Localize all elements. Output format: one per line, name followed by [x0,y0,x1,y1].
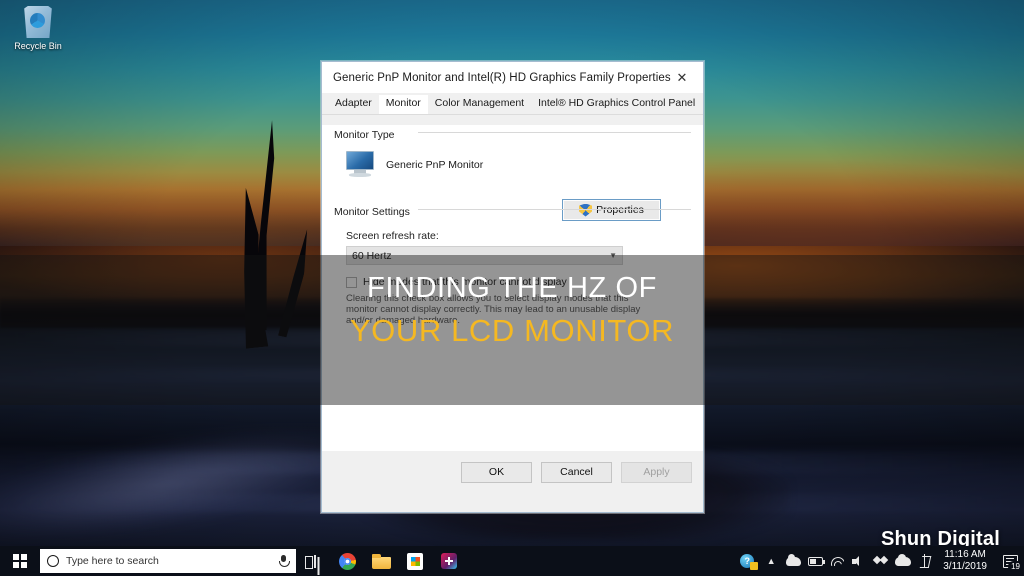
search-placeholder: Type here to search [66,555,159,567]
hide-modes-label: Hide modes that this monitor cannot disp… [363,276,567,288]
security-icon[interactable] [734,546,760,576]
notification-count: 19 [1008,561,1023,572]
monitor-type-row: Generic PnP Monitor [346,151,691,178]
search-input[interactable]: Type here to search [40,549,296,573]
refresh-rate-value: 60 Hertz [352,249,392,262]
dialog-footer: OK Cancel Apply [322,451,703,493]
chrome-icon[interactable] [330,546,364,576]
monitor-name-label: Generic PnP Monitor [386,158,484,171]
cloud-icon[interactable] [782,546,804,576]
microphone-icon[interactable] [278,554,290,568]
monitor-icon [346,151,376,178]
dropbox-icon[interactable] [870,546,892,576]
windows-logo-icon [13,554,27,568]
ok-button[interactable]: OK [461,461,532,483]
microsoft-store-icon[interactable] [398,546,432,576]
wifi-icon[interactable] [826,546,848,576]
dialog-tab-strip: Adapter Monitor Color Management Intel® … [322,93,703,115]
notifications-button[interactable]: 19 [996,546,1024,576]
recycle-bin-label: Recycle Bin [14,41,62,51]
clock-time: 11:16 AM [944,549,986,560]
group-divider [418,132,691,133]
dialog-title: Generic PnP Monitor and Intel(R) HD Grap… [333,71,671,84]
system-tray: ▲ 11:16 AM 3/11/2019 19 [734,546,1024,576]
search-icon [47,555,59,567]
screen-refresh-rate-select[interactable]: 60 Hertz ▼ [346,246,623,265]
start-button[interactable] [0,546,40,576]
onedrive-icon[interactable] [892,546,914,576]
hide-modes-helper-text: Clearing this check box allows you to se… [346,293,641,326]
slack-icon[interactable] [432,546,466,576]
desktop-screen: Recycle Bin Generic PnP Monitor and Inte… [0,0,1024,576]
chevron-up-icon[interactable]: ▲ [760,546,782,576]
task-view-icon[interactable] [296,546,330,576]
tab-adapter[interactable]: Adapter [328,95,379,114]
clock-date: 3/11/2019 [943,561,987,572]
close-icon[interactable]: ✕ [661,62,703,93]
tab-intel-graphics-control-panel[interactable]: Intel® HD Graphics Control Panel [531,95,702,114]
apply-button: Apply [621,461,692,483]
monitor-type-group-label: Monitor Type [334,129,401,141]
monitor-settings-group-label: Monitor Settings [334,206,416,218]
group-divider [418,209,691,210]
hide-modes-checkbox[interactable] [346,276,357,288]
cancel-button[interactable]: Cancel [541,461,612,483]
recycle-bin-icon [24,6,52,38]
tab-monitor[interactable]: Monitor [378,95,428,114]
battery-icon[interactable] [804,546,826,576]
volume-muted-icon[interactable] [848,546,870,576]
clock[interactable]: 11:16 AM 3/11/2019 [936,549,996,573]
hide-modes-checkbox-row[interactable]: Hide modes that this monitor cannot disp… [346,276,691,288]
desktop-icon-recycle-bin[interactable]: Recycle Bin [6,4,70,52]
dialog-title-bar: Generic PnP Monitor and Intel(R) HD Grap… [322,62,703,93]
tab-color-management[interactable]: Color Management [428,95,531,114]
monitor-settings-group: Monitor Settings Screen refresh rate: 60… [334,202,691,326]
taskbar: Type here to search ▲ 11:16 AM 3/11/2019 [0,546,1024,576]
chevron-down-icon: ▼ [609,251,617,260]
monitor-type-group: Monitor Type Generic PnP Monitor Propert… [334,125,691,221]
monitor-properties-dialog: Generic PnP Monitor and Intel(R) HD Grap… [321,61,704,513]
file-explorer-icon[interactable] [364,546,398,576]
bluetooth-icon[interactable] [914,546,936,576]
dialog-body: Monitor Type Generic PnP Monitor Propert… [322,125,703,493]
refresh-rate-label: Screen refresh rate: [346,230,439,242]
